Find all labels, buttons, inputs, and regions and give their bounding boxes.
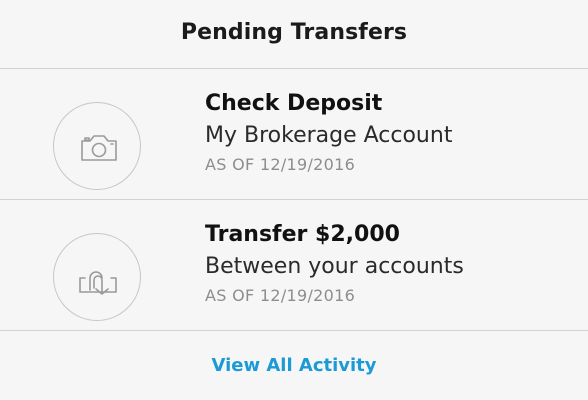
transfer-title: Check Deposit: [205, 91, 383, 116]
transfer-title: Transfer $2,000: [205, 222, 400, 247]
transfer-arrows-icon: [53, 233, 141, 321]
transfer-subtitle: My Brokerage Account: [205, 123, 453, 148]
pending-transfers-screen: Pending Transfers Check Deposit My Broke…: [0, 0, 588, 400]
transfer-date: AS OF 12/19/2016: [205, 286, 356, 305]
transfer-date: AS OF 12/19/2016: [205, 155, 356, 174]
transfer-subtitle: Between your accounts: [205, 254, 464, 279]
transfer-row-check-deposit[interactable]: Check Deposit My Brokerage Account AS OF…: [0, 69, 588, 200]
camera-icon: [53, 102, 141, 190]
header: Pending Transfers: [0, 0, 588, 69]
page-title: Pending Transfers: [180, 20, 408, 45]
transfer-row-transfer[interactable]: Transfer $2,000 Between your accounts AS…: [0, 200, 588, 331]
footer: View All Activity: [0, 331, 588, 400]
view-all-activity-link[interactable]: View All Activity: [0, 355, 588, 376]
